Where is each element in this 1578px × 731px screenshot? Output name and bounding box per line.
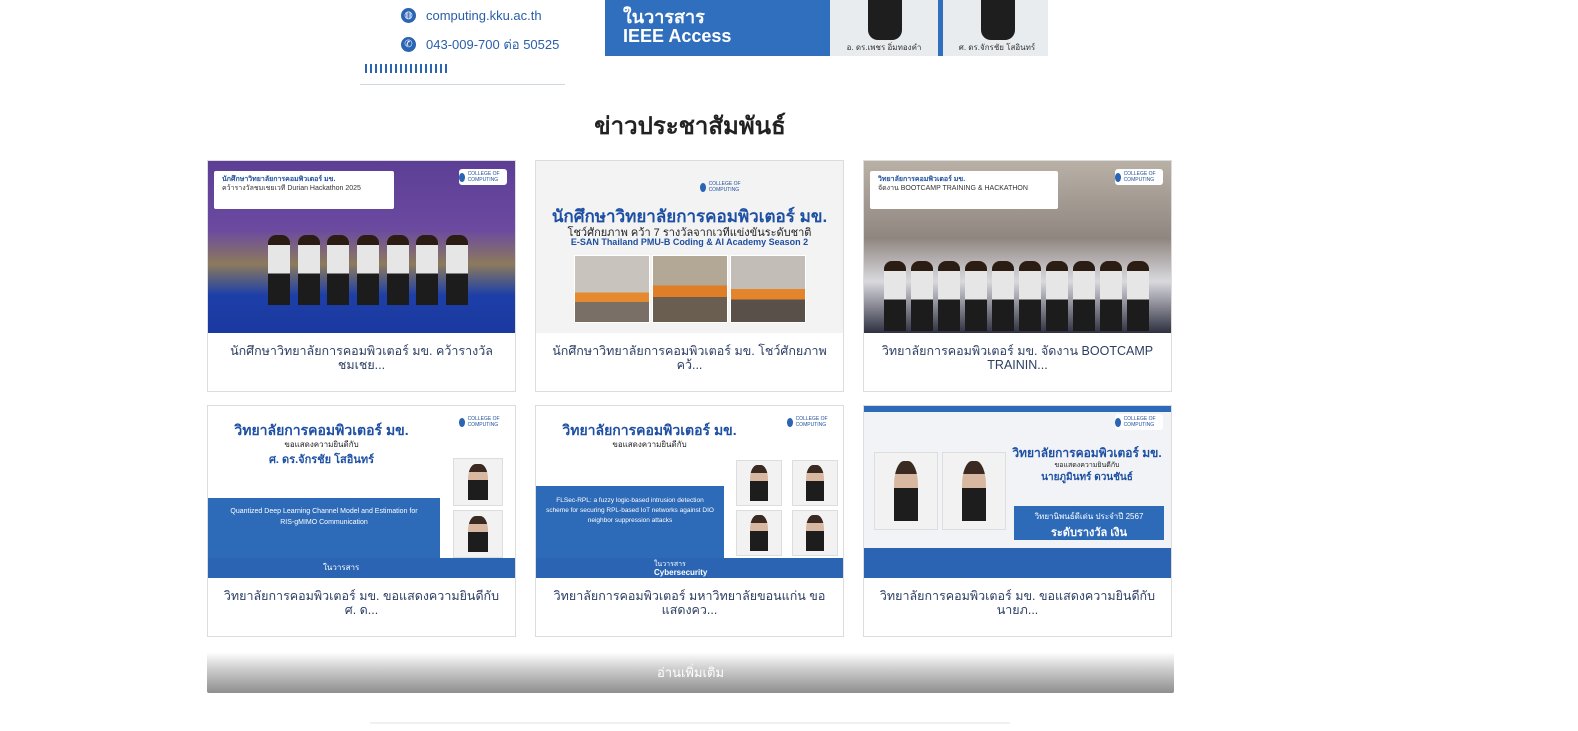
banner-website-row: ◍ computing.kku.ac.th bbox=[401, 8, 542, 23]
college-logo: COLLEGE OF COMPUTING bbox=[459, 169, 507, 185]
globe-icon: ◍ bbox=[401, 8, 416, 23]
person-photo bbox=[792, 460, 838, 506]
group-photo bbox=[268, 235, 468, 305]
thumb-journal: ในวารสาร bbox=[323, 563, 360, 572]
news-caption[interactable]: วิทยาลัยการคอมพิวเตอร์ มข. จัดงาน BOOTCA… bbox=[874, 344, 1161, 372]
top-bar bbox=[864, 406, 1171, 412]
college-logo: COLLEGE OF COMPUTING bbox=[459, 414, 507, 430]
banner-person-photo: ศ. ดร.จักรชัย โสอินทร์ bbox=[943, 0, 1048, 56]
person-photo bbox=[874, 452, 938, 530]
thumb-sub: ขอแสดงความยินดีกับ bbox=[612, 440, 687, 449]
college-logo: COLLEGE OF COMPUTING bbox=[1115, 169, 1163, 185]
thumb-header: วิทยาลัยการคอมพิวเตอร์ มข. bbox=[878, 176, 966, 183]
award-title: วิทยานิพนธ์ดีเด่น ประจำปี 2567 bbox=[1034, 512, 1144, 521]
event-photo bbox=[652, 255, 728, 323]
news-caption[interactable]: นักศึกษาวิทยาลัยการคอมพิวเตอร์ มข. คว้าร… bbox=[218, 344, 505, 372]
banner-phone: 043-009-700 ต่อ 50525 bbox=[426, 37, 560, 52]
decorative-stripes bbox=[365, 64, 450, 73]
news-card[interactable]: COLLEGE OF COMPUTING วิทยาลัยการคอมพิวเต… bbox=[863, 405, 1172, 637]
banner-journal-line2: IEEE Access bbox=[623, 26, 732, 46]
person-photo bbox=[736, 510, 782, 556]
award-panel: วิทยานิพนธ์ดีเด่น ประจำปี 2567 ระดับรางว… bbox=[1014, 506, 1164, 540]
news-card[interactable]: COLLEGE OF COMPUTING นักศึกษาวิทยาลัยการ… bbox=[535, 160, 844, 392]
news-thumbnail[interactable]: COLLEGE OF COMPUTING นักศึกษาวิทยาลัยการ… bbox=[536, 161, 843, 333]
news-thumbnail[interactable]: นักศึกษาวิทยาลัยการคอมพิวเตอร์ มข. คว้าร… bbox=[208, 161, 515, 333]
thumb-journal2: Cybersecurity bbox=[654, 568, 708, 577]
award-level: ระดับรางวัล เงิน bbox=[1050, 527, 1128, 539]
news-thumbnail[interactable]: COLLEGE OF COMPUTING วิทยาลัยการคอมพิวเต… bbox=[864, 406, 1171, 578]
thumb-sub2: E-SAN Thailand PMU-B Coding & AI Academy… bbox=[570, 237, 809, 247]
banner-person2-caption: ศ. ดร.จักรชัย โสอินทร์ bbox=[958, 43, 1036, 52]
event-photo bbox=[574, 255, 650, 323]
thumb-header: นักศึกษาวิทยาลัยการคอมพิวเตอร์ มข. bbox=[222, 176, 336, 183]
news-card[interactable]: วิทยาลัยการคอมพิวเตอร์ มข. จัดงาน BOOTCA… bbox=[863, 160, 1172, 392]
news-card[interactable]: นักศึกษาวิทยาลัยการคอมพิวเตอร์ มข. คว้าร… bbox=[207, 160, 516, 392]
paper-panel: Quantized Deep Learning Channel Model an… bbox=[208, 498, 440, 558]
event-photo bbox=[730, 255, 806, 323]
banner-contact-panel: ◍ computing.kku.ac.th ✆ 043-009-700 ต่อ … bbox=[333, 0, 605, 56]
banner-person-photo: อ. ดร.เพชร อิ่มทองคำ bbox=[830, 0, 938, 56]
phone-icon: ✆ bbox=[401, 37, 416, 52]
footer-bar bbox=[864, 548, 1171, 578]
news-thumbnail[interactable]: COLLEGE OF COMPUTING วิทยาลัยการคอมพิวเต… bbox=[208, 406, 515, 578]
news-caption[interactable]: วิทยาลัยการคอมพิวเตอร์ มข. ขอแสดงความยิน… bbox=[218, 589, 505, 617]
group-photo bbox=[884, 261, 1149, 331]
person-photo bbox=[736, 460, 782, 506]
top-banner[interactable]: ◍ computing.kku.ac.th ✆ 043-009-700 ต่อ … bbox=[333, 0, 1048, 56]
banner-person1-caption: อ. ดร.เพชร อิ่มทองคำ bbox=[846, 43, 922, 52]
news-thumbnail[interactable]: COLLEGE OF COMPUTING วิทยาลัยการคอมพิวเต… bbox=[536, 406, 843, 578]
section-title: ข่าวประชาสัมพันธ์ bbox=[594, 113, 786, 140]
person-photo bbox=[792, 510, 838, 556]
paper-title: Quantized Deep Learning Channel Model an… bbox=[230, 508, 418, 526]
news-card[interactable]: COLLEGE OF COMPUTING วิทยาลัยการคอมพิวเต… bbox=[207, 405, 516, 637]
news-caption[interactable]: วิทยาลัยการคอมพิวเตอร์ มหาวิทยาลัยขอนแก่… bbox=[546, 589, 833, 617]
person-photo bbox=[453, 510, 503, 558]
news-card[interactable]: COLLEGE OF COMPUTING วิทยาลัยการคอมพิวเต… bbox=[535, 405, 844, 637]
person-photo bbox=[453, 458, 503, 506]
paper-panel: FLSec-RPL: a fuzzy logic-based intrusion… bbox=[536, 486, 724, 558]
person-photo bbox=[942, 452, 1006, 530]
thumb-name: นายภูมินทร์ ดวนชันธ์ bbox=[1041, 472, 1133, 483]
news-thumbnail[interactable]: วิทยาลัยการคอมพิวเตอร์ มข. จัดงาน BOOTCA… bbox=[864, 161, 1171, 333]
college-logo: COLLEGE OF COMPUTING bbox=[787, 414, 835, 430]
thumb-name: ศ. ดร.จักรชัย โสอินทร์ bbox=[268, 454, 375, 466]
news-caption[interactable]: นักศึกษาวิทยาลัยการคอมพิวเตอร์ มข. โชว์ศ… bbox=[546, 344, 833, 372]
divider bbox=[360, 84, 565, 85]
thumb-sub: จัดงาน BOOTCAMP TRAINING & HACKATHON bbox=[878, 185, 1028, 192]
read-more-button[interactable]: อ่านเพิ่มเติม bbox=[207, 652, 1174, 693]
college-logo: COLLEGE OF COMPUTING bbox=[700, 179, 748, 195]
footer-bar: ในวารสาร Cybersecurity bbox=[536, 558, 843, 578]
banner-phone-row: ✆ 043-009-700 ต่อ 50525 bbox=[401, 34, 559, 55]
college-logo: COLLEGE OF COMPUTING bbox=[1115, 414, 1163, 430]
divider bbox=[370, 722, 1010, 724]
footer-bar: ในวารสาร bbox=[208, 558, 515, 578]
news-caption[interactable]: วิทยาลัยการคอมพิวเตอร์ มข. ขอแสดงความยิน… bbox=[874, 589, 1161, 617]
banner-website: computing.kku.ac.th bbox=[426, 8, 542, 23]
paper-title: FLSec-RPL: a fuzzy logic-based intrusion… bbox=[546, 497, 714, 524]
thumb-sub: คว้ารางวัลชมเชยเวที Durian Hackathon 202… bbox=[222, 185, 361, 192]
